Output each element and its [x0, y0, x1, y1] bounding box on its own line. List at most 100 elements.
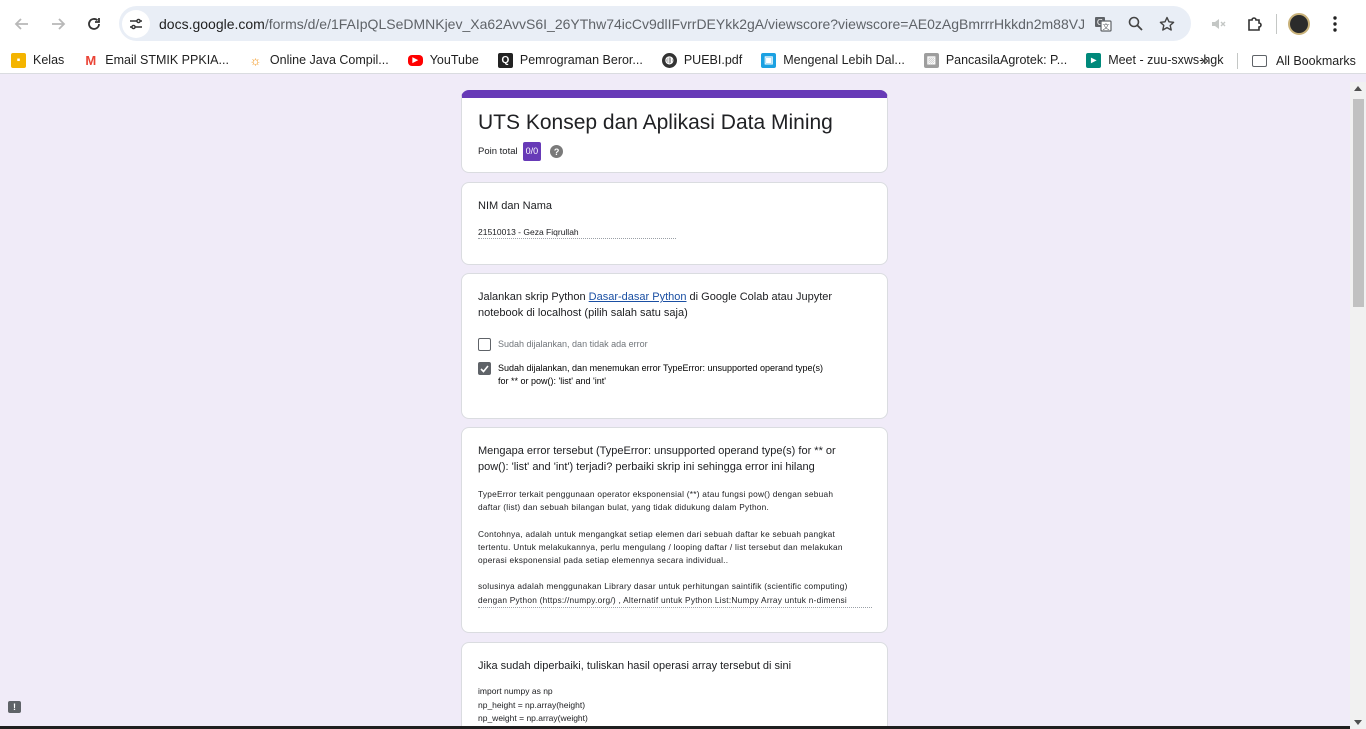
- dasar-python-link[interactable]: Dasar-dasar Python: [589, 291, 687, 303]
- zoom-button[interactable]: [1119, 10, 1151, 37]
- question-title: Jika sudah diperbaiki, tuliskan hasil op…: [478, 660, 792, 672]
- option-found-error[interactable]: Sudah dijalankan, dan menemukan error Ty…: [478, 362, 823, 388]
- tune-icon: [130, 18, 142, 29]
- url-host: docs.google.com: [159, 15, 265, 32]
- answer-line: Contohnya, adalah untuk mengangkat setia…: [478, 528, 836, 539]
- puzzle-icon: [1247, 16, 1262, 31]
- answer-paragraph: Contohnya, adalah untuk mengangkat setia…: [478, 528, 872, 568]
- address-bar[interactable]: docs.google.com/forms/d/e/1FAIpQLSeDMNKj…: [119, 6, 1191, 41]
- question-title: Mengapa error tersebut (TypeError: unsup…: [478, 443, 878, 475]
- zoom-icon: [1128, 16, 1143, 31]
- svg-text:文: 文: [1103, 22, 1110, 31]
- question-card-why-error: Mengapa error tersebut (TypeError: unsup…: [461, 427, 888, 633]
- bookmark-label: Email STMIK PPKIA...: [105, 53, 229, 67]
- code-line: np_weight = np.array(weight): [478, 713, 588, 723]
- scroll-down-arrow-icon[interactable]: [1354, 720, 1362, 725]
- youtube-icon: ▶: [407, 54, 423, 66]
- answer-text: 21510013 - Geza Fiqrullah: [478, 227, 676, 239]
- question-title: NIM dan Nama: [478, 200, 552, 212]
- option-text: Sudah dijalankan, dan menemukan error Ty…: [498, 363, 824, 373]
- checkmark-icon: [480, 364, 489, 373]
- translate-button[interactable]: G文: [1087, 10, 1119, 37]
- bookmark-label: PUEBI.pdf: [683, 53, 743, 67]
- forward-button[interactable]: [42, 8, 74, 40]
- q-icon: Q: [497, 52, 513, 68]
- bookmark-star-button[interactable]: [1151, 10, 1183, 37]
- option-label: Sudah dijalankan, dan menemukan error Ty…: [498, 362, 823, 388]
- help-icon[interactable]: ?: [550, 145, 564, 158]
- bookmark-youtube[interactable]: ▶ YouTube: [397, 47, 487, 74]
- bookmarks-bar: ▪ Kelas M Email STMIK PPKIA... ☼ Online …: [0, 47, 1366, 74]
- total-points: Poin total 0/0 ?: [478, 142, 564, 161]
- folder-icon: [1252, 54, 1267, 67]
- question-title: Jalankan skrip Python Dasar-dasar Python…: [478, 289, 872, 321]
- back-button[interactable]: [6, 8, 38, 40]
- bookmark-puebi[interactable]: ◍ PUEBI.pdf: [651, 47, 750, 74]
- extensions-button[interactable]: [1236, 8, 1272, 40]
- report-issue-icon[interactable]: !: [8, 701, 21, 713]
- checkbox-checked[interactable]: [478, 362, 491, 375]
- back-arrow-icon: [14, 18, 28, 30]
- checkbox-unchecked[interactable]: [478, 338, 491, 351]
- vertical-scrollbar[interactable]: [1350, 82, 1366, 729]
- bookmark-label: Kelas: [33, 53, 65, 67]
- bookmark-label: PancasilaAgrotek: P...: [945, 53, 1068, 67]
- star-icon: [1159, 16, 1175, 31]
- muted-speaker-icon: [1212, 19, 1226, 29]
- answer-line: solusinya adalah menggunakan Library das…: [478, 581, 848, 592]
- site-info-button[interactable]: [122, 9, 150, 38]
- question-text: Jalankan skrip Python: [478, 291, 589, 303]
- globe-icon: ◍: [661, 52, 677, 68]
- bookmark-mengenal[interactable]: ▣ Mengenal Lebih Dal...: [750, 47, 913, 74]
- question-card-nim: NIM dan Nama 21510013 - Geza Fiqrullah: [461, 182, 888, 265]
- bookmark-pancasila[interactable]: ▨ PancasilaAgrotek: P...: [913, 47, 1075, 74]
- url-path: /forms/d/e/1FAIpQLSeDMNKjev_Xa62AvvS6I_2…: [264, 15, 1084, 32]
- bookmark-label: Online Java Compil...: [269, 53, 389, 67]
- reload-button[interactable]: [78, 8, 110, 40]
- bookmark-pemrograman[interactable]: Q Pemrograman Beror...: [487, 47, 651, 74]
- browser-toolbar: docs.google.com/forms/d/e/1FAIpQLSeDMNKj…: [0, 0, 1366, 47]
- question-card-array-result: Jika sudah diperbaiki, tuliskan hasil op…: [461, 642, 888, 729]
- forward-arrow-icon: [52, 18, 66, 30]
- reload-icon: [88, 18, 100, 30]
- scroll-thumb[interactable]: [1353, 99, 1364, 307]
- code-line: import numpy as np: [478, 686, 553, 696]
- ms-learn-icon: ▣: [761, 52, 777, 68]
- translate-icon: G文: [1095, 16, 1112, 32]
- form-header-card: UTS Konsep dan Aplikasi Data Mining Poin…: [461, 90, 888, 173]
- url-text[interactable]: docs.google.com/forms/d/e/1FAIpQLSeDMNKj…: [159, 16, 1084, 32]
- answer-paragraph: solusinya adalah menggunakan Library das…: [478, 580, 872, 609]
- bookmarks-divider: [1237, 53, 1238, 69]
- bookmark-label: Mengenal Lebih Dal...: [783, 53, 905, 67]
- option-no-error[interactable]: Sudah dijalankan, dan tidak ada error: [478, 338, 648, 351]
- scroll-up-arrow-icon[interactable]: [1354, 86, 1362, 91]
- question-text: di Google Colab atau Jupyter: [686, 291, 833, 303]
- mute-tab-button[interactable]: [1200, 8, 1236, 40]
- question-text: Mengapa error tersebut (TypeError: unsup…: [478, 445, 836, 457]
- kebab-menu-icon: [1333, 16, 1337, 32]
- option-text: for ** or pow(): 'list' and 'int': [498, 376, 606, 386]
- meet-icon: ▸: [1086, 52, 1102, 68]
- question-text: notebook di localhost (pilih salah satu …: [478, 307, 688, 319]
- more-bookmarks-button[interactable]: »: [1200, 47, 1209, 74]
- classroom-icon: ▪: [11, 52, 26, 68]
- avatar: [1288, 13, 1310, 35]
- bookmark-label: YouTube: [429, 53, 479, 67]
- image-icon: ▨: [923, 52, 939, 68]
- option-label: Sudah dijalankan, dan tidak ada error: [498, 339, 648, 349]
- bookmark-kelas[interactable]: ▪ Kelas: [0, 47, 72, 74]
- answer-line: dengan Python (https://numpy.org/) , Alt…: [478, 594, 847, 605]
- gmail-icon: M: [83, 52, 99, 68]
- toolbar-divider: [1276, 14, 1277, 34]
- profile-button[interactable]: [1281, 8, 1317, 40]
- menu-button[interactable]: [1317, 8, 1353, 40]
- question-card-run-script: Jalankan skrip Python Dasar-dasar Python…: [461, 273, 888, 419]
- code-line: np_height = np.array(height): [478, 699, 586, 710]
- answer-line: tertentu. Untuk melakukannya, perlu meng…: [478, 541, 843, 552]
- question-text: pow(): 'list' and 'int') terjadi? perbai…: [478, 461, 815, 473]
- all-bookmarks-button[interactable]: All Bookmarks: [1252, 47, 1356, 74]
- answer-line: TypeError terkait penggunaan operator ek…: [478, 489, 834, 499]
- bookmark-java-compiler[interactable]: ☼ Online Java Compil...: [237, 47, 397, 74]
- answer-line: daftar (list) dan sebuah bilangan bulat,…: [478, 502, 770, 513]
- bookmark-email[interactable]: M Email STMIK PPKIA...: [72, 47, 237, 74]
